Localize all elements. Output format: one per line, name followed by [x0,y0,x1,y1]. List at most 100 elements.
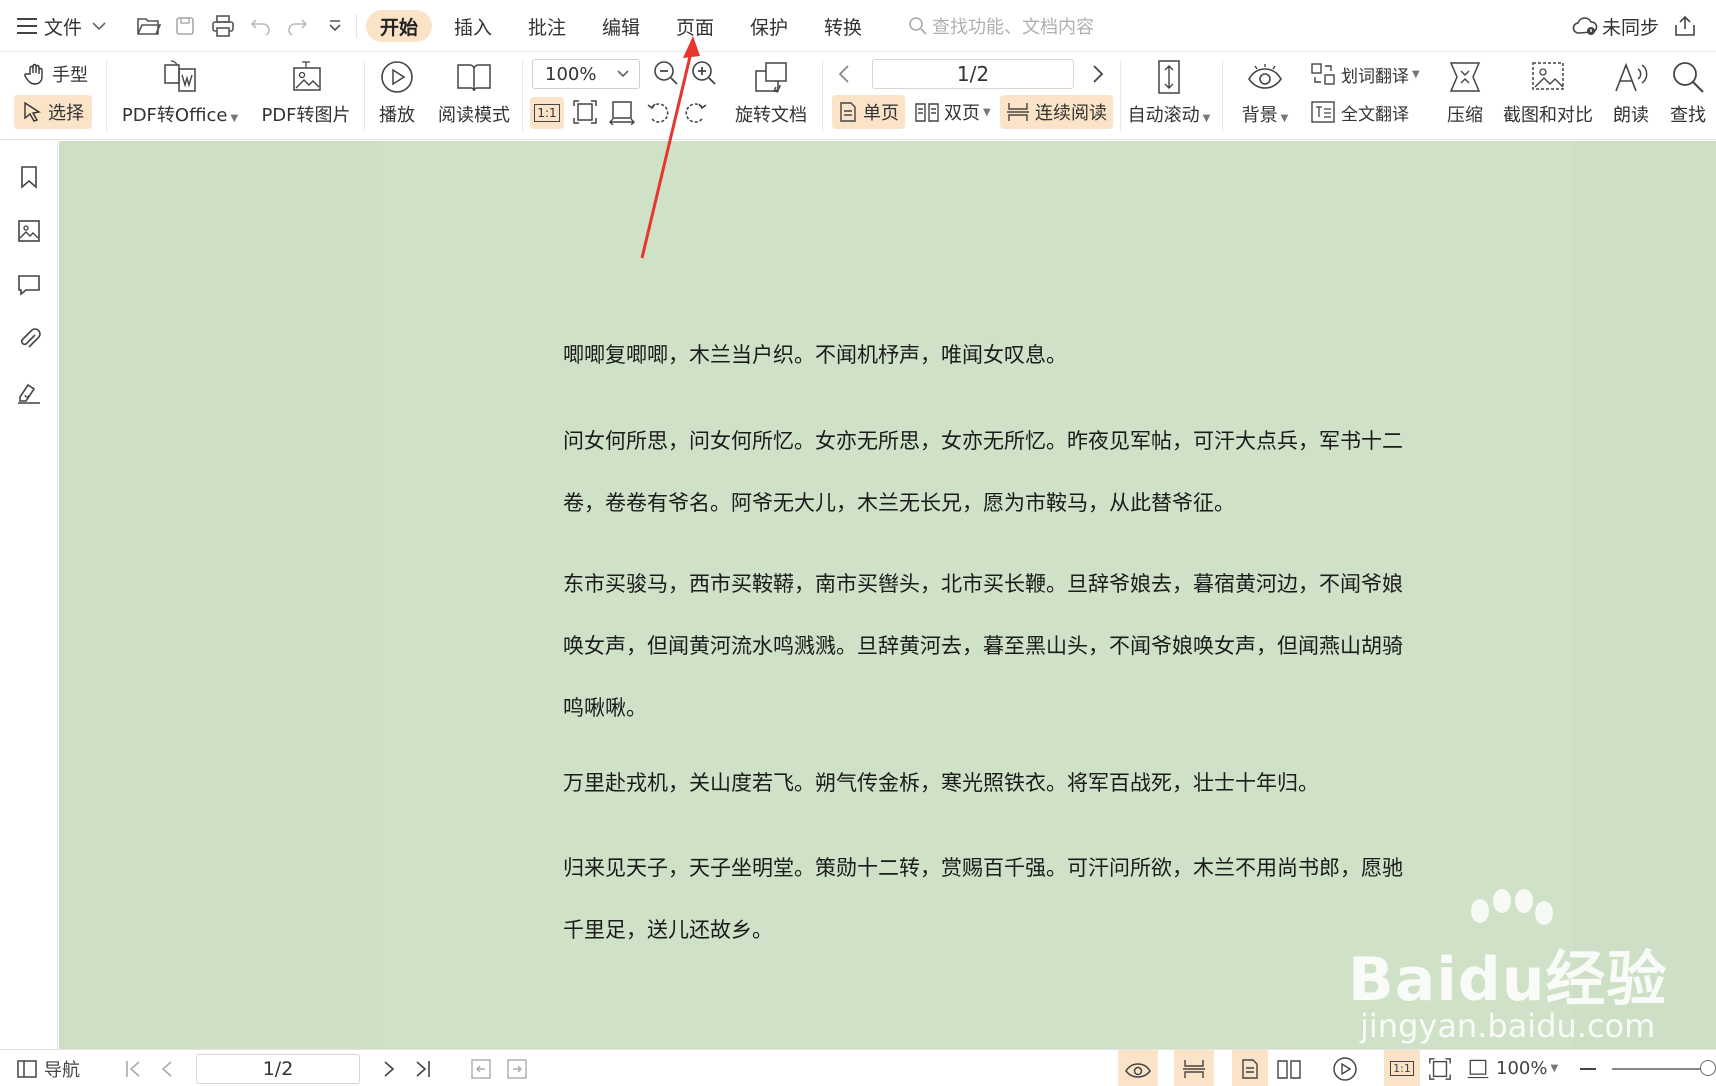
sidebar-panel-icon [17,1059,37,1078]
rotate-right-icon [685,103,707,123]
actual-size-label: 1:1 [534,104,560,122]
zoom-out-button[interactable] [652,59,680,87]
background-button[interactable]: 背景 ▼ [1236,55,1294,127]
zoom-slider-track[interactable] [1612,1068,1712,1070]
continuous-read-label: 连续阅读 [1035,103,1107,124]
actual-size-label: 1:1 [1390,1061,1414,1076]
rotate-right-button[interactable] [682,99,708,125]
watermark-url: jingyan.baidu.com [1360,1007,1656,1045]
background-label: 背景 [1241,105,1278,126]
compress-label: 压缩 [1447,105,1483,126]
tab-edit[interactable]: 编辑 [588,10,654,42]
sync-status[interactable]: 未同步 [1572,0,1659,52]
open-file-icon[interactable] [136,14,162,38]
pdf-to-office-button[interactable]: PDF转Office ▼ [118,55,242,127]
rotate-left-button[interactable] [646,99,672,125]
attachment-icon[interactable] [15,325,43,353]
forward-view-button[interactable] [506,1050,528,1086]
actual-size-button[interactable]: 1:1 [530,97,564,129]
status-zoom-out-button[interactable] [1580,1050,1596,1086]
page-number-input[interactable]: 1/2 [872,59,1074,89]
next-page-button[interactable] [382,1050,396,1086]
double-page-view-button[interactable] [1276,1050,1302,1086]
find-label: 查找 [1670,105,1706,126]
navigation-toggle[interactable]: 导航 [16,1050,80,1086]
chevron-left-icon [838,65,849,83]
previous-page-button[interactable] [836,63,852,85]
full-translate-button[interactable]: 全文翻译 [1310,97,1409,127]
continuous-view-button[interactable] [1174,1050,1214,1086]
back-view-button[interactable] [470,1050,492,1086]
chevron-right-icon [384,1060,395,1077]
image-panel-icon[interactable] [15,217,43,245]
tab-protect[interactable]: 保护 [736,10,802,42]
search-icon [909,17,927,35]
first-page-button[interactable] [124,1050,142,1086]
signature-icon[interactable] [15,379,43,407]
find-button[interactable]: 查找 [1664,55,1712,127]
double-page-button[interactable]: 双页 ▼ [914,95,991,129]
book-icon [457,64,491,92]
rotate-doc-button[interactable]: 旋转文档 [730,55,812,127]
status-page-input[interactable]: 1/2 [196,1054,360,1084]
save-icon[interactable] [172,14,198,38]
auto-scroll-button[interactable]: 自动滚动 ▼ [1126,55,1212,127]
cloud-sync-icon [1572,17,1598,35]
single-page-view-button[interactable] [1232,1050,1268,1086]
undo-icon[interactable] [248,14,274,38]
word-translate-button[interactable]: 划词翻译 ▼ [1310,59,1420,89]
chevron-down-icon [617,70,629,78]
pdf-to-office-label: PDF转Office [121,105,228,126]
ribbon-divider [522,61,523,131]
eye-protection-button[interactable] [1118,1050,1158,1086]
play-button[interactable] [1332,1050,1358,1086]
comment-icon[interactable] [15,271,43,299]
fit-width-button[interactable] [608,99,636,125]
ribbon-divider [364,61,365,131]
tab-convert[interactable]: 转换 [810,10,876,42]
status-zoom-value: 100% [1496,1058,1548,1079]
fit-width-button[interactable] [1466,1050,1490,1086]
screenshot-compare-button[interactable]: 截图和对比 [1500,55,1596,127]
read-aloud-button[interactable]: 朗读 [1606,55,1656,127]
zoom-value: 100% [545,63,597,85]
rotate-doc-label: 旋转文档 [735,105,807,126]
zoom-slider-handle[interactable] [1700,1060,1716,1076]
tab-home[interactable]: 开始 [366,10,433,42]
fit-page-button[interactable] [1428,1050,1452,1086]
search-placeholder: 查找功能、文档内容 [932,17,1094,38]
last-page-button[interactable] [414,1050,432,1086]
select-tool-button[interactable]: 选择 [14,95,92,129]
single-page-button[interactable]: 单页 [832,95,905,129]
quick-access-dropdown-icon[interactable] [322,14,348,38]
tab-annotate[interactable]: 批注 [514,10,580,42]
status-zoom-select[interactable]: 100% ▼ [1496,1050,1558,1086]
pdf-to-office-icon [164,60,196,92]
file-menu[interactable]: 文件 [16,0,106,52]
hand-tool-button[interactable]: 手型 [20,59,92,89]
read-mode-button[interactable]: 阅读模式 [434,55,514,127]
fit-page-button[interactable] [572,99,598,125]
zoom-in-button[interactable] [690,59,718,87]
redo-icon[interactable] [284,14,310,38]
actual-size-button[interactable]: 1:1 [1384,1050,1420,1086]
bookmark-icon[interactable] [15,163,43,191]
compress-button[interactable]: 压缩 [1440,55,1490,127]
single-page-icon [840,102,856,122]
document-viewport[interactable]: 唧唧复唧唧，木兰当户织。不闻机杼声，唯闻女叹息。 问女何所思，问女何所忆。女亦无… [59,141,1716,1049]
tab-page[interactable]: 页面 [662,10,728,42]
tab-insert[interactable]: 插入 [440,10,506,42]
continuous-read-button[interactable]: 连续阅读 [1000,95,1113,129]
previous-page-button[interactable] [160,1050,174,1086]
ribbon-divider [1222,61,1223,131]
search-box[interactable]: 查找功能、文档内容 [908,10,1094,42]
share-icon[interactable] [1672,14,1698,38]
print-icon[interactable] [210,14,236,38]
double-page-icon [915,103,939,122]
dropdown-caret-icon: ▼ [230,113,239,124]
continuous-read-icon [1183,1059,1205,1078]
zoom-select[interactable]: 100% [532,59,640,89]
next-page-button[interactable] [1090,63,1106,85]
pdf-to-image-button[interactable]: PDF转图片 [258,55,354,127]
play-button[interactable]: 播放 [372,55,422,127]
